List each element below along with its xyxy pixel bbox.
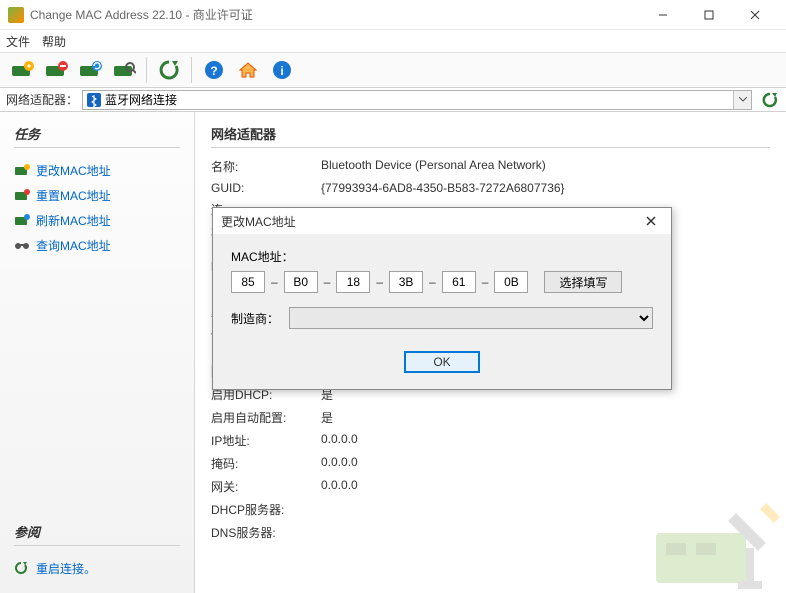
adapter-label: 网络适配器： (6, 91, 78, 108)
toolbar-help[interactable]: ? (198, 54, 230, 86)
toolbar-lookup-mac[interactable] (108, 54, 140, 86)
tasks-heading: 任务 (14, 124, 180, 148)
mac-input-row: – – – – – 选择填写 (231, 271, 653, 293)
chevron-down-icon (733, 91, 751, 109)
card-edit-icon (14, 163, 30, 179)
menubar: 文件 帮助 (0, 30, 786, 52)
ip-label: IP地址: (211, 432, 321, 449)
task-label: 更改MAC地址 (36, 162, 111, 179)
dialog-title: 更改MAC地址 (221, 213, 639, 230)
mask-value: 0.0.0.0 (321, 455, 358, 472)
dhcp-srv-label: DHCP服务器: (211, 501, 321, 518)
see-also-heading: 参阅 (14, 522, 180, 546)
app-icon (8, 7, 24, 23)
toolbar: ? i (0, 52, 786, 88)
auto-label: 启用自动配置: (211, 409, 321, 426)
adapter-select[interactable]: 蓝牙网络连接 (82, 90, 752, 110)
ip-value: 0.0.0.0 (321, 432, 358, 449)
mac-octet-2[interactable] (284, 271, 318, 293)
svg-text:i: i (280, 64, 283, 78)
task-label: 查询MAC地址 (36, 237, 111, 254)
gw-value: 0.0.0.0 (321, 478, 358, 495)
ok-button[interactable]: OK (404, 351, 480, 373)
titlebar: Change MAC Address 22.10 - 商业许可证 (0, 0, 786, 30)
gw-label: 网关: (211, 478, 321, 495)
mac-octet-5[interactable] (442, 271, 476, 293)
menu-file[interactable]: 文件 (6, 33, 30, 50)
toolbar-home[interactable] (232, 54, 264, 86)
manufacturer-row: 制造商： (231, 307, 653, 329)
manufacturer-label: 制造商： (231, 310, 279, 327)
manufacturer-select[interactable] (289, 307, 653, 329)
mask-label: 掩码: (211, 455, 321, 472)
select-fill-button[interactable]: 选择填写 (544, 271, 622, 293)
dialog-titlebar: 更改MAC地址 (213, 208, 671, 234)
task-change-mac[interactable]: 更改MAC地址 (14, 158, 180, 183)
toolbar-refresh-mac[interactable] (74, 54, 106, 86)
mac-octet-6[interactable] (494, 271, 528, 293)
adapter-row: 网络适配器： 蓝牙网络连接 (0, 88, 786, 112)
task-refresh-mac[interactable]: 刷新MAC地址 (14, 208, 180, 233)
dialog-close-button[interactable] (639, 211, 663, 231)
menu-help[interactable]: 帮助 (42, 33, 66, 50)
name-label: 名称: (211, 158, 321, 175)
card-refresh-icon (14, 213, 30, 229)
maximize-button[interactable] (686, 0, 732, 30)
refresh-icon (14, 561, 30, 577)
mac-octet-4[interactable] (389, 271, 423, 293)
task-reset-mac[interactable]: 重置MAC地址 (14, 183, 180, 208)
mac-octet-3[interactable] (336, 271, 370, 293)
guid-label: GUID: (211, 181, 321, 195)
task-label: 刷新MAC地址 (36, 212, 111, 229)
mac-label: MAC地址： (231, 248, 653, 265)
adapter-refresh[interactable] (760, 90, 780, 110)
watermark-icon (646, 493, 786, 593)
bluetooth-icon (87, 93, 101, 107)
adapter-selected: 蓝牙网络连接 (105, 91, 177, 108)
toolbar-separator (191, 57, 192, 83)
sidebar: 任务 更改MAC地址 重置MAC地址 刷新MAC地址 查询MAC地址 参阅 重启… (0, 112, 195, 593)
binoculars-icon (14, 238, 30, 254)
dns-srv-label: DNS服务器: (211, 524, 321, 541)
toolbar-change-mac[interactable] (6, 54, 38, 86)
toolbar-about[interactable]: i (266, 54, 298, 86)
toolbar-refresh[interactable] (153, 54, 185, 86)
close-button[interactable] (732, 0, 778, 30)
name-value: Bluetooth Device (Personal Area Network) (321, 158, 546, 175)
task-lookup-mac[interactable]: 查询MAC地址 (14, 233, 180, 258)
window-title: Change MAC Address 22.10 - 商业许可证 (30, 6, 640, 23)
guid-value: {77993934-6AD8-4350-B583-7272A6807736} (321, 181, 565, 195)
minimize-button[interactable] (640, 0, 686, 30)
toolbar-separator (146, 57, 147, 83)
main-heading: 网络适配器 (211, 124, 770, 148)
change-mac-dialog: 更改MAC地址 MAC地址： – – – – – 选择填写 制造商： OK (212, 207, 672, 390)
toolbar-reset-mac[interactable] (40, 54, 72, 86)
see-also-restart[interactable]: 重启连接。 (14, 556, 180, 581)
mac-octet-1[interactable] (231, 271, 265, 293)
task-label: 重置MAC地址 (36, 187, 111, 204)
see-also-label: 重启连接。 (36, 560, 96, 577)
svg-text:?: ? (210, 64, 217, 78)
card-reset-icon (14, 188, 30, 204)
auto-value: 是 (321, 409, 333, 426)
